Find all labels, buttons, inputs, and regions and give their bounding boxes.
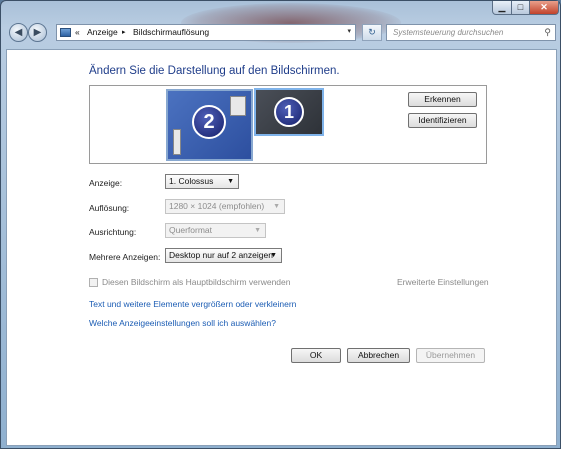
multiple-displays-select[interactable]: Desktop nur auf 2 anzeigen ▼ <box>165 248 282 263</box>
close-button[interactable]: ✕ <box>529 1 559 15</box>
monitor-preview: 2 1 Erkennen Identifizieren <box>89 85 487 164</box>
address-bar[interactable]: « Anzeige ▸ Bildschirmauflösung ▾ <box>56 24 356 41</box>
chevron-down-icon: ▼ <box>227 178 234 185</box>
primary-display-checkbox[interactable] <box>89 278 98 287</box>
monitor-2-selected[interactable]: 2 <box>166 89 253 161</box>
orientation-select-value: Querformat <box>169 225 212 235</box>
cancel-button[interactable]: Abbrechen <box>347 348 410 363</box>
forward-arrow-icon: ▶ <box>33 27 42 38</box>
text-size-link[interactable]: Text und weitere Elemente vergrößern ode… <box>89 299 296 309</box>
chevron-down-icon: ▼ <box>270 252 277 259</box>
refresh-button[interactable]: ↻ <box>362 24 382 41</box>
orientation-label: Ausrichtung: <box>89 227 137 237</box>
resolution-select[interactable]: 1280 × 1024 (empfohlen) ▼ <box>165 199 285 214</box>
apply-button[interactable]: Übernehmen <box>416 348 485 363</box>
help-link[interactable]: Welche Anzeigeeinstellungen soll ich aus… <box>89 318 276 328</box>
maximize-button[interactable]: □ <box>511 1 530 15</box>
chevron-down-icon: ▼ <box>254 227 261 234</box>
search-icon[interactable]: ⚲ <box>544 27 551 38</box>
monitor-1[interactable]: 1 <box>254 88 324 136</box>
breadcrumb-anzeige[interactable]: Anzeige <box>87 27 118 37</box>
refresh-icon: ↻ <box>368 27 376 37</box>
chevron-down-icon: ▼ <box>273 203 280 210</box>
monitor-number-2: 2 <box>192 105 226 139</box>
content-pane: Ändern Sie die Darstellung auf den Bilds… <box>6 49 557 446</box>
resolution-select-value: 1280 × 1024 (empfohlen) <box>169 201 265 211</box>
advanced-settings-link[interactable]: Erweiterte Einstellungen <box>397 277 489 287</box>
display-label: Anzeige: <box>89 178 123 188</box>
multiple-displays-label: Mehrere Anzeigen: <box>89 252 161 262</box>
orientation-select[interactable]: Querformat ▼ <box>165 223 266 238</box>
resolution-label: Auflösung: <box>89 203 130 213</box>
address-dropdown-icon[interactable]: ▾ <box>347 27 351 35</box>
display-select-value: 1. Colossus <box>169 176 214 186</box>
minimize-button[interactable]: ▁ <box>492 1 512 15</box>
ok-button[interactable]: OK <box>291 348 341 363</box>
back-arrow-icon: ◀ <box>14 27 23 38</box>
desktop-window-thumbnail <box>230 96 246 116</box>
control-panel-icon <box>60 28 71 37</box>
search-placeholder: Systemsteuerung durchsuchen <box>393 28 504 37</box>
breadcrumb-separator-icon[interactable]: ▸ <box>122 28 126 36</box>
back-button[interactable]: ◀ <box>9 23 28 42</box>
primary-display-checkbox-label[interactable]: Diesen Bildschirm als Hauptbildschirm ve… <box>102 277 291 287</box>
breadcrumb-bildschirmaufloesung[interactable]: Bildschirmauflösung <box>133 27 209 37</box>
monitor-number-1: 1 <box>274 97 304 127</box>
page-title: Ändern Sie die Darstellung auf den Bilds… <box>89 65 340 77</box>
multiple-displays-select-value: Desktop nur auf 2 anzeigen <box>169 250 273 260</box>
forward-button[interactable]: ▶ <box>28 23 47 42</box>
identify-button[interactable]: Identifizieren <box>408 113 477 128</box>
search-field[interactable]: Systemsteuerung durchsuchen ⚲ <box>386 24 556 41</box>
desktop-window-thumbnail <box>173 129 181 155</box>
detect-button[interactable]: Erkennen <box>408 92 477 107</box>
display-select[interactable]: 1. Colossus ▼ <box>165 174 239 189</box>
window-frame: ▁ □ ✕ ◀ ▶ « Anzeige ▸ Bildschirmauflösun… <box>0 0 561 449</box>
breadcrumb-prefix[interactable]: « <box>75 27 80 37</box>
title-bar: ▁ □ ✕ <box>1 1 560 19</box>
navigation-bar: ◀ ▶ « Anzeige ▸ Bildschirmauflösung ▾ ↻ … <box>5 21 558 47</box>
